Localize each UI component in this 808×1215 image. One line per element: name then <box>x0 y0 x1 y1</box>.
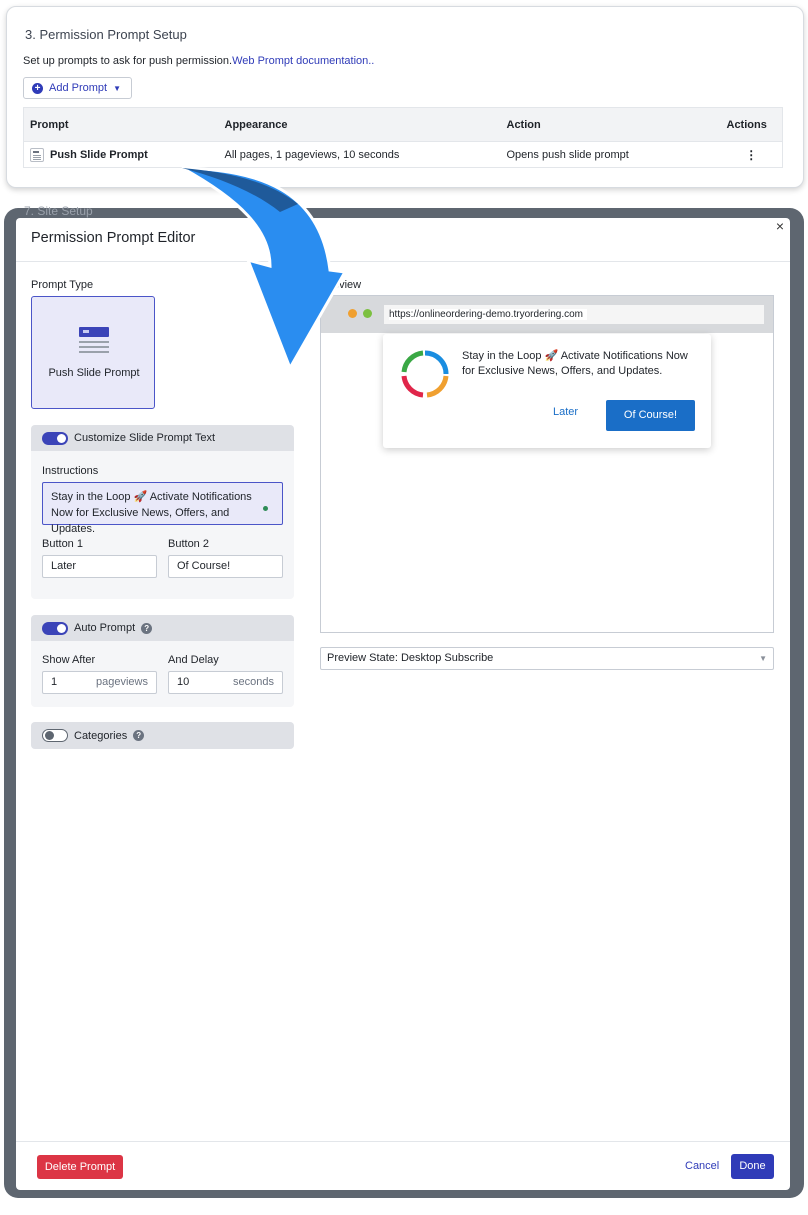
column-header-action: Action <box>500 107 721 142</box>
help-icon[interactable]: ? <box>141 622 153 634</box>
button1-input[interactable]: Later <box>42 555 157 578</box>
modal-footer: Delete Prompt Cancel Done <box>16 1141 790 1190</box>
setup-description-text: Set up prompts to ask for push permissio… <box>23 55 233 67</box>
table-header-row: Prompt Appearance Action Actions <box>23 107 783 142</box>
grammar-check-icon <box>263 506 268 511</box>
auto-prompt-toggle[interactable] <box>42 621 68 635</box>
prompt-doc-icon <box>30 147 44 162</box>
cell-action: Opens push slide prompt <box>506 148 629 161</box>
customize-text-toggle[interactable] <box>42 431 68 445</box>
instructions-text: Stay in the Loop 🚀 Activate Notification… <box>51 491 252 535</box>
delete-prompt-button[interactable]: Delete Prompt <box>37 1155 123 1179</box>
close-icon[interactable]: × <box>776 218 784 234</box>
browser-bar: https://onlineordering-demo.tryordering.… <box>321 296 773 333</box>
prompt-type-push-slide-tile[interactable]: Push Slide Prompt <box>31 296 155 409</box>
permission-prompt-editor-modal: Permission Prompt Editor × Prompt Type P… <box>16 218 790 1190</box>
add-prompt-button[interactable]: + Add Prompt ▼ <box>23 77 133 99</box>
url-bar: https://onlineordering-demo.tryordering.… <box>384 305 764 324</box>
prompt-type-tile-label: Push Slide Prompt <box>48 367 140 379</box>
add-prompt-label: Add Prompt <box>49 82 108 94</box>
column-header-actions: Actions <box>720 107 783 142</box>
row-actions-menu-icon[interactable]: ⋮ <box>721 142 783 168</box>
section-title: 3. Permission Prompt Setup <box>25 27 187 42</box>
customize-text-header: Customize Slide Prompt Text <box>31 425 294 451</box>
preview-message: Stay in the Loop 🚀 Activate Notification… <box>462 350 688 377</box>
modal-header: Permission Prompt Editor × <box>16 218 790 262</box>
curved-arrow-icon <box>181 166 348 372</box>
chevron-down-icon: ▼ <box>759 654 767 663</box>
categories-toggle[interactable] <box>42 729 68 742</box>
preview-later-button[interactable]: Later <box>553 406 578 418</box>
preview-state-select[interactable]: Preview State: Desktop Subscribe ▼ <box>320 647 774 670</box>
button2-label: Button 2 <box>168 538 209 550</box>
categories-header: Categories ? <box>31 722 294 749</box>
cancel-button[interactable]: Cancel <box>685 1160 719 1172</box>
delay-seconds-input[interactable]: 10 seconds <box>168 671 283 694</box>
instructions-textarea[interactable]: Stay in the Loop 🚀 Activate Notification… <box>42 482 283 535</box>
button1-label: Button 1 <box>42 538 83 550</box>
pageviews-unit: pageviews <box>96 676 148 688</box>
pageviews-value: 1 <box>51 676 58 688</box>
slide-prompt-preview: Stay in the Loop 🚀 Activate Notification… <box>383 334 711 448</box>
auto-prompt-panel: Auto Prompt ? Show After And Delay 1 pag… <box>31 615 294 707</box>
web-prompt-doc-link[interactable]: Web Prompt documentation.. <box>232 55 374 67</box>
plus-circle-icon: + <box>32 82 43 94</box>
auto-prompt-label: Auto Prompt <box>74 622 136 634</box>
show-after-label: Show After <box>42 654 96 666</box>
prompt-type-label: Prompt Type <box>31 279 94 291</box>
pageviews-input[interactable]: 1 pageviews <box>42 671 157 694</box>
done-button[interactable]: Done <box>731 1154 774 1179</box>
column-header-prompt: Prompt <box>23 107 219 142</box>
url-text: https://onlineordering-demo.tryordering.… <box>389 309 587 320</box>
preview-accept-button[interactable]: Of Course! <box>606 400 695 431</box>
table-row[interactable]: Push Slide Prompt All pages, 1 pageviews… <box>24 142 783 168</box>
button2-input[interactable]: Of Course! <box>168 555 283 578</box>
permission-prompt-setup-card: 3. Permission Prompt Setup Set up prompt… <box>6 6 804 188</box>
customize-text-label: Customize Slide Prompt Text <box>74 432 216 444</box>
prompt-table: Prompt Appearance Action Actions Push Sl… <box>23 107 783 168</box>
categories-panel: Categories ? <box>31 722 294 749</box>
preview-pane: https://onlineordering-demo.tryordering.… <box>320 295 774 633</box>
bell-ring-icon <box>401 350 449 398</box>
instructions-label: Instructions <box>42 465 99 477</box>
auto-prompt-header: Auto Prompt ? <box>31 615 294 641</box>
delay-unit: seconds <box>233 676 274 688</box>
site-setup-peek-text: 7. Site Setup <box>24 204 93 218</box>
slide-prompt-icon <box>79 327 109 353</box>
preview-state-value: Preview State: Desktop Subscribe <box>327 652 494 664</box>
prompt-name-text: Push Slide Prompt <box>50 148 148 161</box>
setup-description: Set up prompts to ask for push permissio… <box>23 55 374 67</box>
delay-value: 10 <box>177 676 190 688</box>
and-delay-label: And Delay <box>168 654 219 666</box>
caret-down-icon: ▼ <box>113 83 122 93</box>
column-header-appearance: Appearance <box>218 107 501 142</box>
categories-label: Categories <box>74 729 128 742</box>
help-icon[interactable]: ? <box>133 730 145 741</box>
customize-text-panel: Customize Slide Prompt Text Instructions… <box>31 425 294 599</box>
